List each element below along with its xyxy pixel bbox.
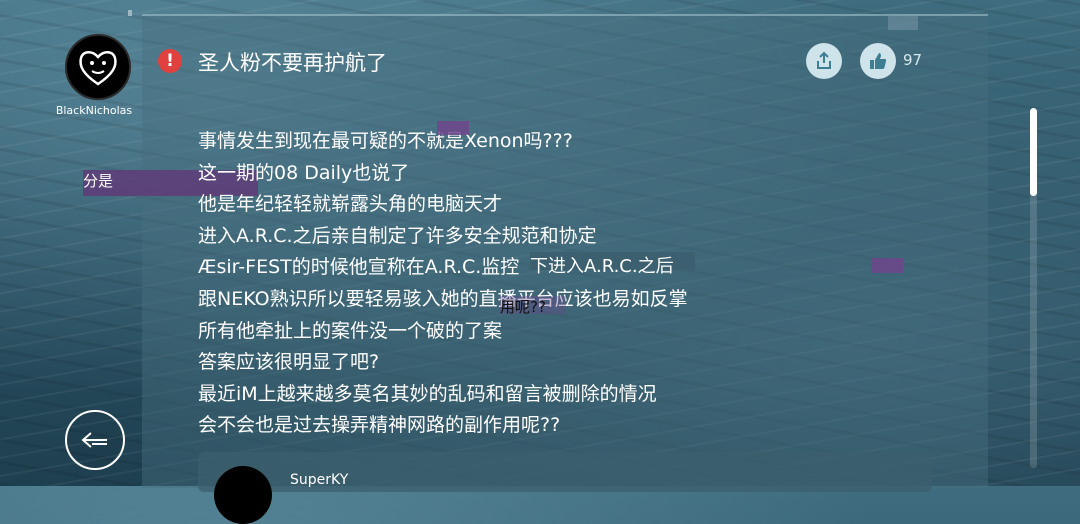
post-line: 会不会也是过去操弄精神网路的副作用呢?? [198, 414, 561, 437]
glitch-fragment-right: 用呢?? [500, 298, 546, 316]
scrollbar-thumb[interactable] [1030, 108, 1037, 196]
author-block[interactable]: BlackNicholas [56, 34, 138, 117]
top-marker [128, 10, 132, 16]
reply-avatar[interactable] [214, 466, 272, 524]
back-button[interactable] [65, 410, 125, 470]
post-line: 所有他牵扯上的案件没一个破的了案 [198, 319, 503, 342]
glitch-fragment-overlay: 下进入A.R.C.之后 [530, 256, 674, 277]
post-line: 事情发生到现在最可疑的不就是Xenon吗??? [198, 130, 573, 152]
author-name: BlackNicholas [55, 104, 133, 117]
glitch-fragment-left: 分是 [83, 172, 114, 190]
heart-avatar-icon [79, 51, 117, 86]
exclamation-icon: ! [158, 49, 182, 73]
post-body: 事情发生到现在最可疑的不就是Xenon吗??? 这一期的08 Daily也说了 … [198, 126, 798, 442]
share-icon [817, 51, 831, 69]
post-line: 这一期的08 Daily也说了 [198, 161, 410, 184]
author-avatar[interactable] [65, 34, 131, 100]
post-title: 圣人粉不要再护航了 [198, 51, 387, 75]
thumbs-up-icon [870, 53, 887, 69]
post-line: Æsir-FEST的时候他宣称在A.R.C.监控 [198, 256, 520, 279]
glitch-block [871, 258, 903, 273]
back-arrow-icon [81, 432, 107, 448]
glitch-block [437, 121, 469, 135]
panel-tab [888, 16, 918, 30]
post-line: 跟NEKO熟识所以要轻易骇入她的直播平台应该也易如反掌 [198, 287, 688, 310]
like-count: 97 [903, 51, 923, 69]
share-button[interactable] [806, 43, 842, 79]
post-line: 进入A.R.C.之后亲自制定了许多安全规范和协定 [198, 224, 597, 247]
post-line: 最近iM上越来越多莫名其妙的乱码和留言被删除的情况 [198, 382, 657, 405]
like-button[interactable] [860, 43, 896, 79]
post-line: 他是年纪轻轻就崭露头角的电脑天才 [198, 193, 503, 216]
post-line: 答案应该很明显了吧? [198, 351, 380, 374]
